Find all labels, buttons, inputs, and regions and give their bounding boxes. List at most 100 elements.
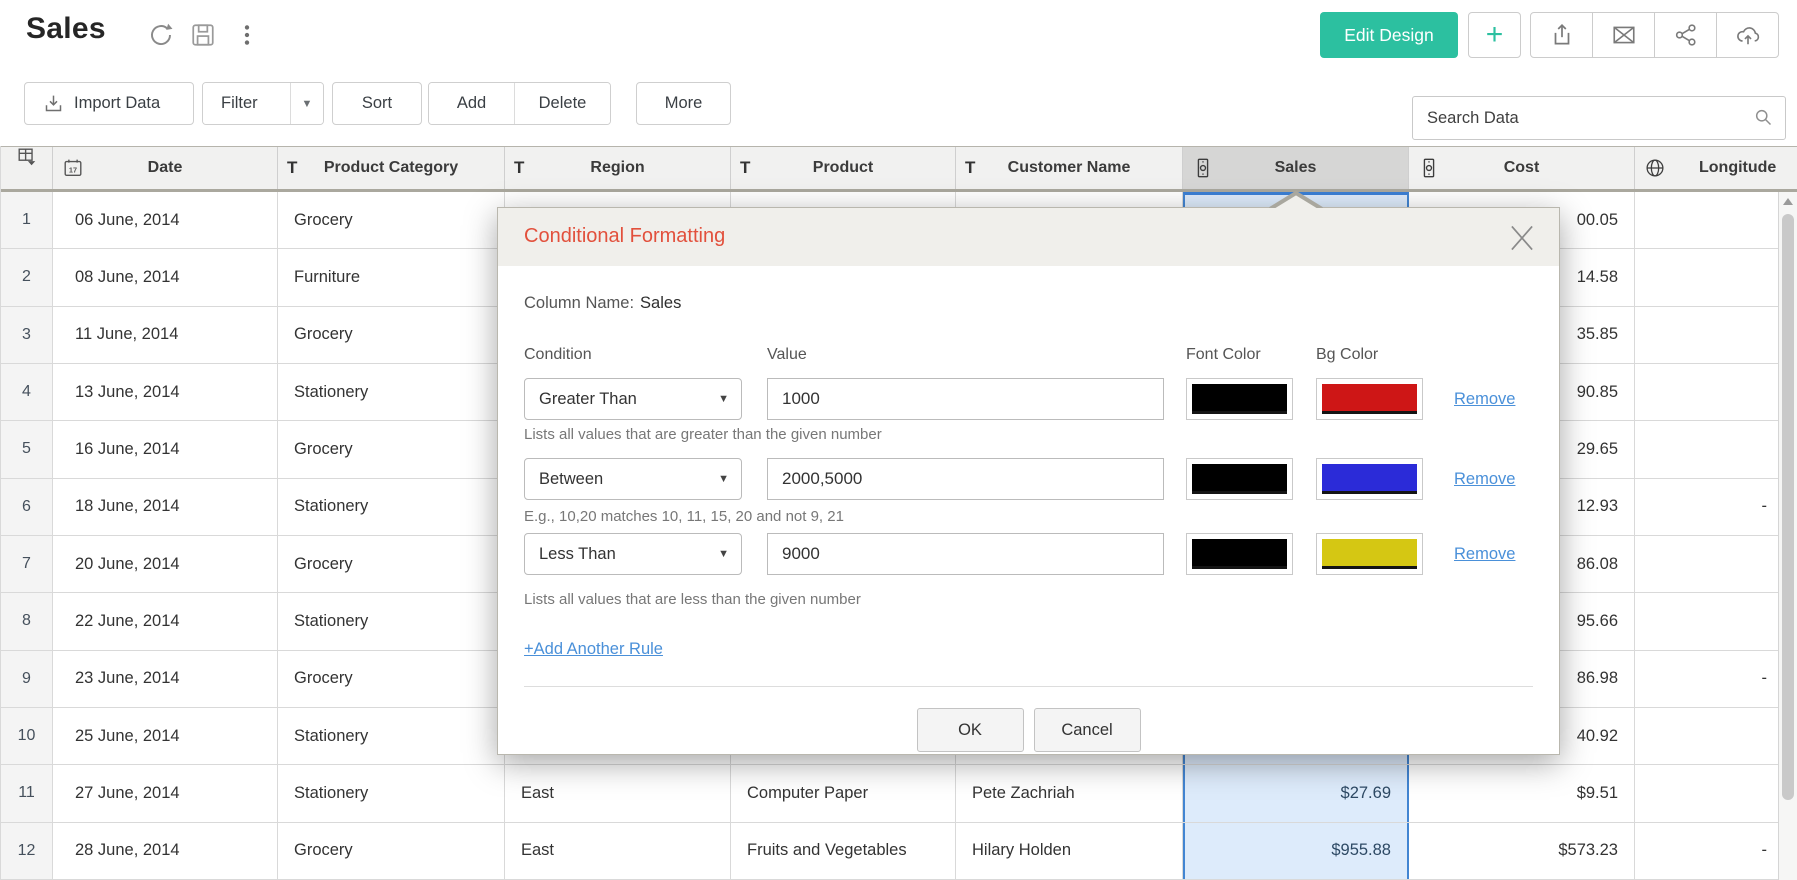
add-another-rule-link[interactable]: +Add Another Rule <box>524 640 663 659</box>
cell-region[interactable]: East <box>505 765 731 821</box>
cell-num[interactable]: 5 <box>1 421 53 477</box>
cell-date[interactable]: 11 June, 2014 <box>53 307 278 363</box>
remove-rule-link[interactable]: Remove <box>1454 458 1515 500</box>
cell-category[interactable]: Stationery <box>278 479 505 535</box>
cell-region[interactable]: East <box>505 823 731 879</box>
cell-longitude[interactable] <box>1635 593 1797 649</box>
vertical-scrollbar[interactable] <box>1778 192 1797 880</box>
filter-button[interactable]: Filter <box>203 83 290 124</box>
export-button[interactable] <box>1530 12 1593 58</box>
add-new-button[interactable]: + <box>1468 12 1521 58</box>
scroll-up-arrow-icon[interactable] <box>1783 198 1793 205</box>
cell-longitude[interactable] <box>1635 364 1797 420</box>
column-header-longitude[interactable]: Longitude <box>1635 147 1797 189</box>
remove-rule-link[interactable]: Remove <box>1454 533 1515 575</box>
cell-date[interactable]: 13 June, 2014 <box>53 364 278 420</box>
cell-product[interactable]: Fruits and Vegetables <box>731 823 956 879</box>
cell-category[interactable]: Grocery <box>278 307 505 363</box>
cell-longitude[interactable] <box>1635 765 1797 821</box>
cell-category[interactable]: Grocery <box>278 192 505 248</box>
bg-color-swatch[interactable] <box>1316 458 1423 500</box>
cell-longitude[interactable] <box>1635 249 1797 305</box>
cell-longitude[interactable]: - <box>1635 479 1797 535</box>
cell-num[interactable]: 7 <box>1 536 53 592</box>
cell-category[interactable]: Stationery <box>278 364 505 420</box>
value-input[interactable] <box>767 533 1164 575</box>
column-header-date[interactable]: 17 Date <box>53 147 278 189</box>
bg-color-swatch[interactable] <box>1316 533 1423 575</box>
cell-num[interactable]: 8 <box>1 593 53 649</box>
condition-select[interactable]: Greater Than ▼ <box>524 378 742 420</box>
cancel-button[interactable]: Cancel <box>1034 708 1141 752</box>
sort-button[interactable]: Sort <box>332 82 422 125</box>
more-button[interactable]: More <box>636 82 731 125</box>
cell-num[interactable]: 10 <box>1 708 53 764</box>
value-input[interactable] <box>767 458 1164 500</box>
cell-date[interactable]: 18 June, 2014 <box>53 479 278 535</box>
cell-customer[interactable]: Hilary Holden <box>956 823 1183 879</box>
cell-num[interactable]: 2 <box>1 249 53 305</box>
cell-longitude[interactable]: - <box>1635 823 1797 879</box>
cell-cost[interactable]: $9.51 <box>1409 765 1635 821</box>
cell-num[interactable]: 12 <box>1 823 53 879</box>
column-header-region[interactable]: T Region <box>505 147 731 189</box>
font-color-swatch[interactable] <box>1186 378 1293 420</box>
cell-num[interactable]: 11 <box>1 765 53 821</box>
cell-category[interactable]: Grocery <box>278 421 505 477</box>
cell-date[interactable]: 06 June, 2014 <box>53 192 278 248</box>
filter-dropdown-button[interactable]: ▼ <box>290 83 323 124</box>
edit-design-button[interactable]: Edit Design <box>1320 12 1458 58</box>
cell-longitude[interactable]: - <box>1635 651 1797 707</box>
cell-longitude[interactable] <box>1635 421 1797 477</box>
font-color-swatch[interactable] <box>1186 458 1293 500</box>
column-header-sales[interactable]: Sales <box>1183 147 1409 189</box>
search-input[interactable] <box>1412 96 1786 140</box>
cell-category[interactable]: Stationery <box>278 765 505 821</box>
cell-cost[interactable]: $573.23 <box>1409 823 1635 879</box>
cell-date[interactable]: 25 June, 2014 <box>53 708 278 764</box>
scrollbar-thumb[interactable] <box>1782 214 1794 800</box>
cell-product[interactable]: Computer Paper <box>731 765 956 821</box>
cell-num[interactable]: 4 <box>1 364 53 420</box>
cell-date[interactable]: 27 June, 2014 <box>53 765 278 821</box>
cell-category[interactable]: Stationery <box>278 708 505 764</box>
column-header-select-all[interactable] <box>1 147 53 189</box>
cell-sales[interactable]: $955.88 <box>1183 823 1409 879</box>
cell-customer[interactable]: Pete Zachriah <box>956 765 1183 821</box>
cell-longitude[interactable] <box>1635 192 1797 248</box>
cell-longitude[interactable] <box>1635 307 1797 363</box>
column-header-cost[interactable]: Cost <box>1409 147 1635 189</box>
add-button[interactable]: Add <box>429 83 514 124</box>
save-button[interactable] <box>190 20 220 50</box>
cell-num[interactable]: 6 <box>1 479 53 535</box>
cell-num[interactable]: 1 <box>1 192 53 248</box>
cell-longitude[interactable] <box>1635 708 1797 764</box>
condition-select[interactable]: Between ▼ <box>524 458 742 500</box>
column-header-customer-name[interactable]: T Customer Name <box>956 147 1183 189</box>
column-header-product[interactable]: T Product <box>731 147 956 189</box>
delete-button[interactable]: Delete <box>514 83 610 124</box>
email-button[interactable] <box>1592 12 1655 58</box>
cell-category[interactable]: Grocery <box>278 536 505 592</box>
condition-select[interactable]: Less Than ▼ <box>524 533 742 575</box>
refresh-button[interactable] <box>148 20 178 50</box>
cell-date[interactable]: 23 June, 2014 <box>53 651 278 707</box>
value-input[interactable] <box>767 378 1164 420</box>
cell-longitude[interactable] <box>1635 536 1797 592</box>
remove-rule-link[interactable]: Remove <box>1454 378 1515 420</box>
cell-category[interactable]: Furniture <box>278 249 505 305</box>
cell-category[interactable]: Grocery <box>278 651 505 707</box>
share-button[interactable] <box>1654 12 1717 58</box>
cell-num[interactable]: 9 <box>1 651 53 707</box>
ok-button[interactable]: OK <box>917 708 1024 752</box>
cell-date[interactable]: 22 June, 2014 <box>53 593 278 649</box>
cell-category[interactable]: Grocery <box>278 823 505 879</box>
column-header-product-category[interactable]: T Product Category <box>278 147 505 189</box>
cell-date[interactable]: 16 June, 2014 <box>53 421 278 477</box>
cell-date[interactable]: 20 June, 2014 <box>53 536 278 592</box>
more-options-button[interactable] <box>234 20 264 50</box>
cell-sales[interactable]: $27.69 <box>1183 765 1409 821</box>
font-color-swatch[interactable] <box>1186 533 1293 575</box>
bg-color-swatch[interactable] <box>1316 378 1423 420</box>
close-button[interactable] <box>1509 223 1539 253</box>
